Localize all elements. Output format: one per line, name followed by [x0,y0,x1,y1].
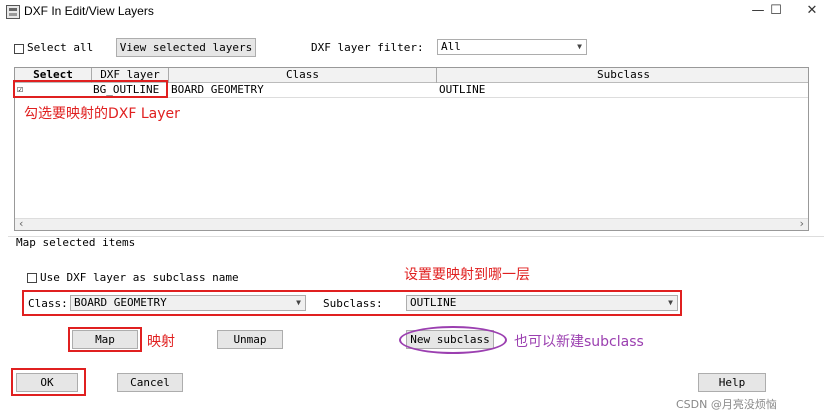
dxf-filter-label: DXF layer filter: [311,41,424,54]
annotation-box-class-subclass [22,290,682,316]
annotation-set-target: 设置要映射到哪一层 [404,267,530,283]
annotation-new-subclass: 也可以新建subclass [514,334,644,350]
scroll-left-icon[interactable]: ‹ [18,217,25,230]
unmap-button[interactable]: Unmap [217,330,283,349]
maximize-button[interactable]: ☐ [758,0,794,24]
dxf-filter-dropdown[interactable]: All ▼ [437,39,587,55]
annotation-ellipse-new-subclass [399,326,507,354]
select-all-checkbox[interactable] [14,44,24,54]
column-header-subclass[interactable]: Subclass [437,68,808,83]
use-dxf-layer-checkbox[interactable] [27,273,37,283]
close-button[interactable]: ✕ [794,0,830,24]
annotation-select-layer: 勾选要映射的DXF Layer [24,106,180,122]
window-title: DXF In Edit/View Layers [24,4,154,18]
annotation-map: 映射 [147,334,175,350]
annotation-box-select-layer [13,80,168,98]
title-bar: DXF In Edit/View Layers — ☐ ✕ [0,0,830,24]
annotation-box-map [68,327,142,352]
chevron-down-icon: ▼ [577,42,582,51]
row-subclass: OUTLINE [439,83,486,96]
scroll-right-icon[interactable]: › [798,217,805,230]
select-all-label: Select all [27,41,94,54]
column-header-class[interactable]: Class [169,68,437,83]
view-selected-layers-button[interactable]: View selected layers [116,38,256,57]
annotation-box-ok [11,368,86,396]
app-icon [6,5,20,19]
map-section-title: Map selected items [16,236,136,249]
horizontal-scrollbar[interactable]: ‹ › [15,217,808,230]
watermark: CSDN @月亮没烦恼 [676,398,777,411]
use-dxf-layer-label: Use DXF layer as subclass name [40,271,239,284]
help-button[interactable]: Help [698,373,766,392]
row-class: BOARD GEOMETRY [171,83,264,96]
dxf-filter-value: All [441,40,461,53]
cancel-button[interactable]: Cancel [117,373,183,392]
